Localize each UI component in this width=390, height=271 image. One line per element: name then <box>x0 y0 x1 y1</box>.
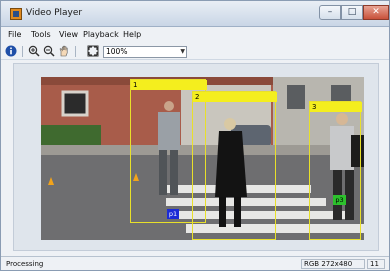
chevron-down-icon: ▼ <box>180 48 185 55</box>
menu-file[interactable]: File <box>8 30 21 39</box>
toolbar: 100% ▼ <box>1 43 389 60</box>
status-image-info: RGB 272x480 <box>301 259 365 269</box>
info-icon[interactable] <box>5 45 17 57</box>
menu-help[interactable]: Help <box>123 30 141 39</box>
pan-icon[interactable] <box>58 45 70 57</box>
status-frame: 11 <box>367 259 385 269</box>
video-player-window: Video Player – □ ✕ File Tools View Playb… <box>0 0 390 271</box>
menu-playback[interactable]: Playback <box>83 30 119 39</box>
zoom-value: 100% <box>106 47 128 56</box>
maximize-button[interactable]: □ <box>341 5 363 20</box>
zoom-select[interactable]: 100% ▼ <box>103 46 187 58</box>
detection-label: 2 <box>193 92 277 102</box>
video-frame: 1 p1 2 3 p3 <box>41 77 364 240</box>
status-bar: Processing RGB 272x480 11 <box>1 256 389 270</box>
menu-bar: File Tools View Playback Help <box>1 28 389 42</box>
zoom-out-icon[interactable] <box>43 45 55 57</box>
zoom-in-icon[interactable] <box>28 45 40 57</box>
menu-tools[interactable]: Tools <box>31 30 51 39</box>
app-icon <box>10 8 22 20</box>
toolbar-separator <box>22 46 23 57</box>
detection-label: 1 <box>131 80 207 90</box>
detection-box-2: 2 <box>192 91 277 240</box>
detection-label: 3 <box>310 102 362 112</box>
track-id-tag: p1 <box>167 209 179 219</box>
window-title: Video Player <box>26 8 83 18</box>
toolbar-separator <box>75 46 76 57</box>
close-button[interactable]: ✕ <box>363 5 389 20</box>
menu-view[interactable]: View <box>59 30 78 39</box>
fit-icon[interactable] <box>87 45 99 57</box>
minimize-button[interactable]: – <box>319 5 341 20</box>
track-id-tag: p3 <box>333 195 346 205</box>
status-text: Processing <box>6 260 44 268</box>
title-bar: Video Player – □ ✕ <box>1 1 389 27</box>
detection-box-3: 3 <box>309 101 362 240</box>
